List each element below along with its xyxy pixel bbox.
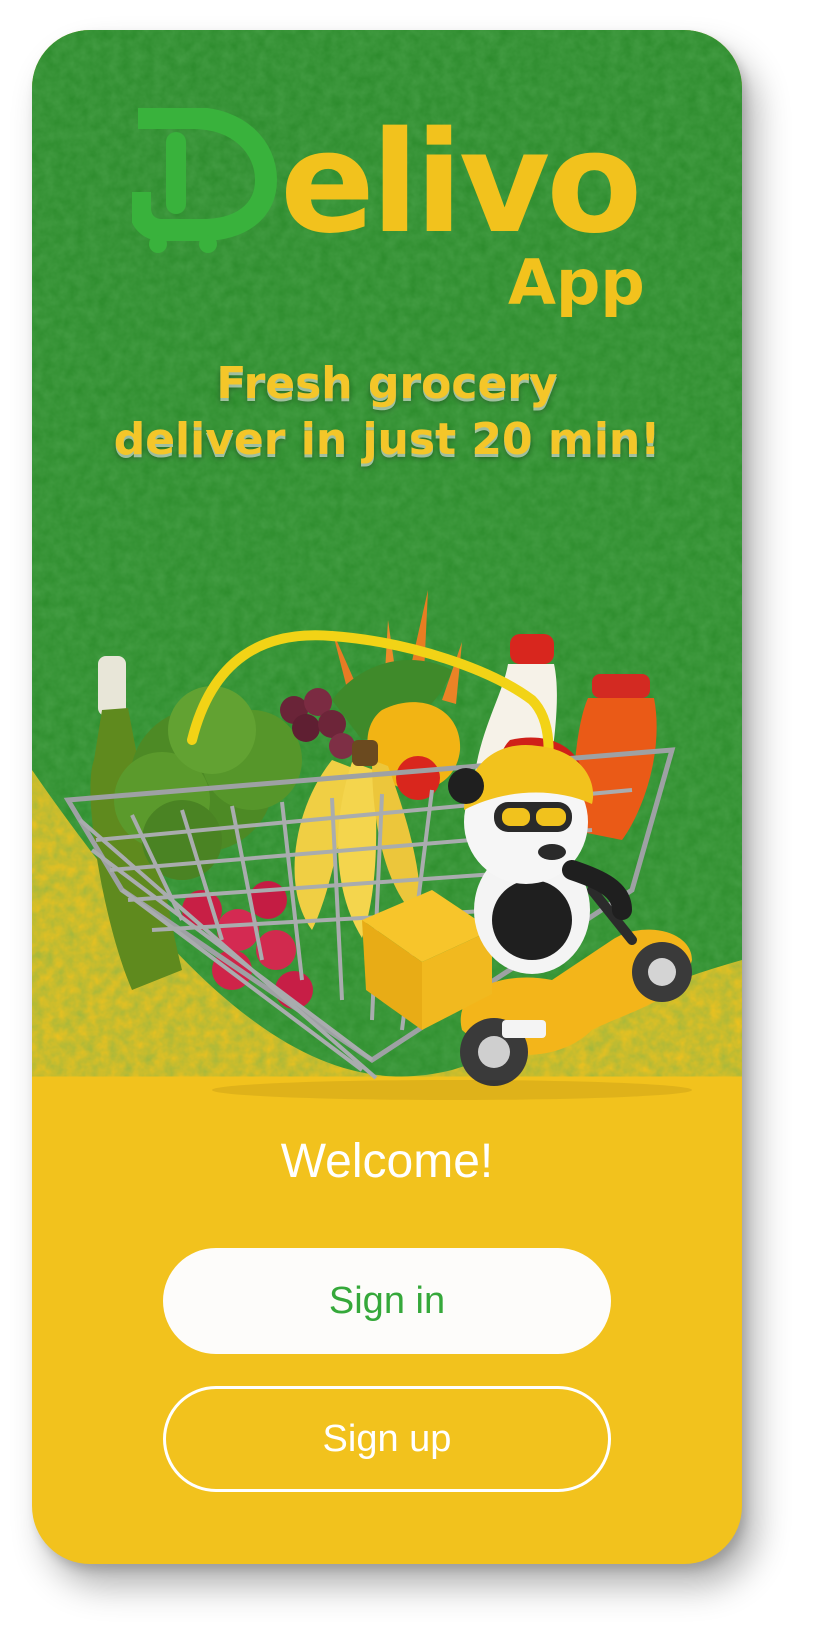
tagline-line-2: deliver in just 20 min! (113, 414, 661, 465)
welcome-heading: Welcome! (280, 1135, 494, 1188)
logo-app-label: App (508, 246, 645, 319)
cart-d-icon (132, 108, 277, 253)
sign-in-button[interactable]: Sign in (163, 1248, 611, 1354)
tagline: Fresh grocery deliver in just 20 min! (32, 356, 742, 468)
phone-screen: elivo App Fresh grocery deliver in just … (32, 30, 742, 1564)
logo: elivo App (32, 30, 742, 350)
sign-up-label: Sign up (322, 1417, 452, 1460)
logo-wordmark: elivo (280, 102, 642, 265)
grocery-basket-panda-scooter-illustration (63, 590, 692, 1100)
tagline-line-1: Fresh grocery (216, 358, 558, 409)
sign-in-label: Sign in (328, 1279, 446, 1322)
sign-up-button[interactable]: Sign up (163, 1386, 611, 1492)
ground-shadow (212, 1080, 692, 1100)
